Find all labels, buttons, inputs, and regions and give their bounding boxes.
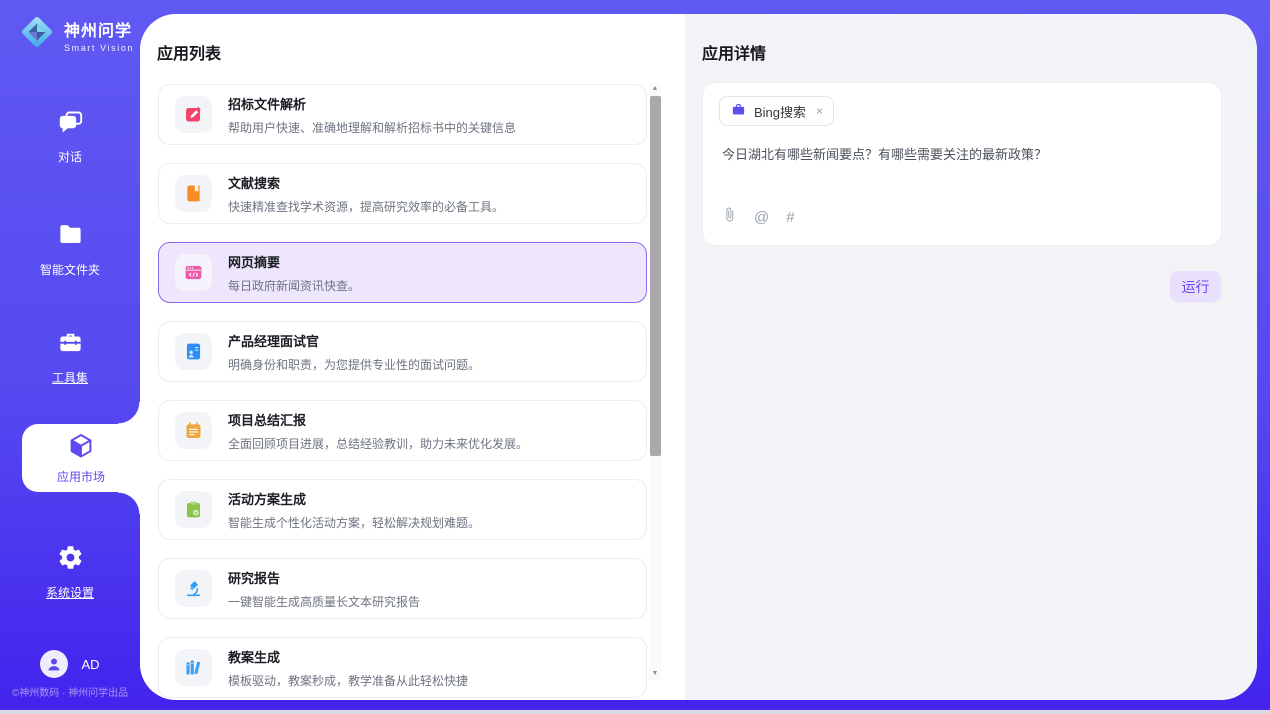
- sidebar: 神州问学 Smart Vision 对话 智能文件夹: [0, 0, 140, 710]
- app-title: 文献搜索: [228, 173, 504, 192]
- sidebar-item-smart-folder[interactable]: 智能文件夹: [0, 221, 140, 278]
- paperclip-icon[interactable]: [722, 207, 737, 227]
- bottom-edge-strip: [0, 710, 1270, 714]
- clipboard-check-icon: [175, 491, 212, 528]
- app-title: 招标文件解析: [228, 94, 516, 113]
- sidebar-item-label: 应用市场: [57, 468, 105, 485]
- app-detail-section: 应用详情 Bing搜索 × 今日湖北有哪些新闻要点？有哪些需要关注的最新政策？: [685, 14, 1257, 700]
- list-item-event-plan[interactable]: 活动方案生成 智能生成个性化活动方案，轻松解决规划难题。: [158, 479, 647, 540]
- folder-icon: [57, 221, 84, 253]
- app-desc: 明确身份和职责，为您提供专业性的面试问题。: [228, 356, 480, 373]
- sidebar-active-bubble: 应用市场: [22, 424, 140, 492]
- app-desc: 智能生成个性化活动方案，轻松解决规划难题。: [228, 514, 480, 531]
- edit-document-icon: [175, 96, 212, 133]
- scrollbar-thumb[interactable]: [650, 96, 661, 456]
- app-title: 产品经理面试官: [228, 331, 480, 350]
- gear-icon: [57, 544, 84, 576]
- web-code-icon: [175, 254, 212, 291]
- interview-doc-icon: [175, 333, 212, 370]
- app-window: 神州问学 Smart Vision 对话 智能文件夹: [0, 0, 1270, 714]
- sidebar-item-label: 系统设置: [46, 584, 94, 601]
- book-icon: [175, 175, 212, 212]
- sidebar-item-toolbox[interactable]: 工具集: [0, 329, 140, 386]
- app-title: 网页摘要: [228, 252, 360, 271]
- app-list-title: 应用列表: [157, 40, 221, 64]
- scroll-down-icon[interactable]: ▼: [649, 667, 661, 680]
- app-list-section: 应用列表 招标文件解析 帮助用户快速、准确地理解和解析招标书中的关键信息: [140, 14, 685, 700]
- chat-icon: [57, 108, 84, 140]
- run-button[interactable]: 运行: [1170, 271, 1221, 302]
- cube-icon: [67, 432, 95, 463]
- app-desc: 全面回顾项目进展，总结经验教训，助力未来优化发展。: [228, 435, 528, 452]
- sidebar-footer: ©神州数码 · 神州问学出品: [0, 684, 140, 699]
- prompt-card: Bing搜索 × 今日湖北有哪些新闻要点？有哪些需要关注的最新政策？ @ #: [702, 82, 1222, 246]
- calendar-note-icon: [175, 412, 212, 449]
- tool-tag-bing-search[interactable]: Bing搜索 ×: [719, 96, 834, 126]
- sidebar-item-chat[interactable]: 对话: [0, 108, 140, 165]
- app-detail-title: 应用详情: [702, 40, 766, 64]
- app-desc: 模板驱动，教案秒成，教学准备从此轻松快捷: [228, 672, 468, 689]
- app-list: 招标文件解析 帮助用户快速、准确地理解和解析招标书中的关键信息 文献搜索 快速精…: [158, 84, 647, 700]
- prompt-input[interactable]: 今日湖北有哪些新闻要点？有哪些需要关注的最新政策？: [722, 145, 1201, 165]
- app-desc: 帮助用户快速、准确地理解和解析招标书中的关键信息: [228, 119, 516, 136]
- app-desc: 一键智能生成高质量长文本研究报告: [228, 593, 420, 610]
- close-icon[interactable]: ×: [816, 104, 823, 118]
- at-mention-icon[interactable]: @: [754, 209, 769, 226]
- sidebar-item-settings[interactable]: 系统设置: [0, 544, 140, 601]
- app-desc: 每日政府新闻资讯快查。: [228, 277, 360, 294]
- app-title: 活动方案生成: [228, 489, 480, 508]
- hash-icon[interactable]: #: [786, 209, 794, 226]
- app-desc: 快速精准查找学术资源，提高研究效率的必备工具。: [228, 198, 504, 215]
- briefcase-icon: [731, 102, 746, 120]
- list-item-project-summary[interactable]: 项目总结汇报 全面回顾项目进展，总结经验教训，助力未来优化发展。: [158, 400, 647, 461]
- app-title: 教案生成: [228, 647, 468, 666]
- sidebar-item-label: 工具集: [52, 369, 88, 386]
- avatar: [40, 650, 68, 678]
- attach-toolbar: @ #: [722, 207, 795, 227]
- sidebar-item-label: 智能文件夹: [40, 261, 100, 278]
- scroll-up-icon[interactable]: ▲: [649, 82, 661, 95]
- toolbox-icon: [57, 329, 84, 361]
- sidebar-item-label: 对话: [58, 148, 82, 165]
- tool-tag-label: Bing搜索: [754, 102, 806, 121]
- list-item-lesson-plan[interactable]: 教案生成 模板驱动，教案秒成，教学准备从此轻松快捷: [158, 637, 647, 698]
- brand-name: 神州问学: [64, 17, 134, 41]
- list-item-web-summary[interactable]: 网页摘要 每日政府新闻资讯快查。: [158, 242, 647, 303]
- app-title: 研究报告: [228, 568, 420, 587]
- list-item-pm-interviewer[interactable]: 产品经理面试官 明确身份和职责，为您提供专业性的面试问题。: [158, 321, 647, 382]
- microscope-icon: [175, 570, 212, 607]
- list-item-bid-parse[interactable]: 招标文件解析 帮助用户快速、准确地理解和解析招标书中的关键信息: [158, 84, 647, 145]
- brand-logo: 神州问学 Smart Vision: [18, 13, 134, 56]
- list-item-literature-search[interactable]: 文献搜索 快速精准查找学术资源，提高研究效率的必备工具。: [158, 163, 647, 224]
- main-panel: 应用列表 招标文件解析 帮助用户快速、准确地理解和解析招标书中的关键信息: [140, 14, 1257, 700]
- user-name: AD: [81, 657, 99, 672]
- books-icon: [175, 649, 212, 686]
- list-item-research-report[interactable]: 研究报告 一键智能生成高质量长文本研究报告: [158, 558, 647, 619]
- sidebar-item-app-market[interactable]: 应用市场: [22, 424, 140, 492]
- brand-subtitle: Smart Vision: [64, 43, 134, 53]
- user-row[interactable]: AD: [0, 650, 140, 678]
- diamond-logo-icon: [18, 13, 56, 56]
- app-title: 项目总结汇报: [228, 410, 528, 429]
- list-scrollbar[interactable]: ▲ ▼: [649, 82, 661, 680]
